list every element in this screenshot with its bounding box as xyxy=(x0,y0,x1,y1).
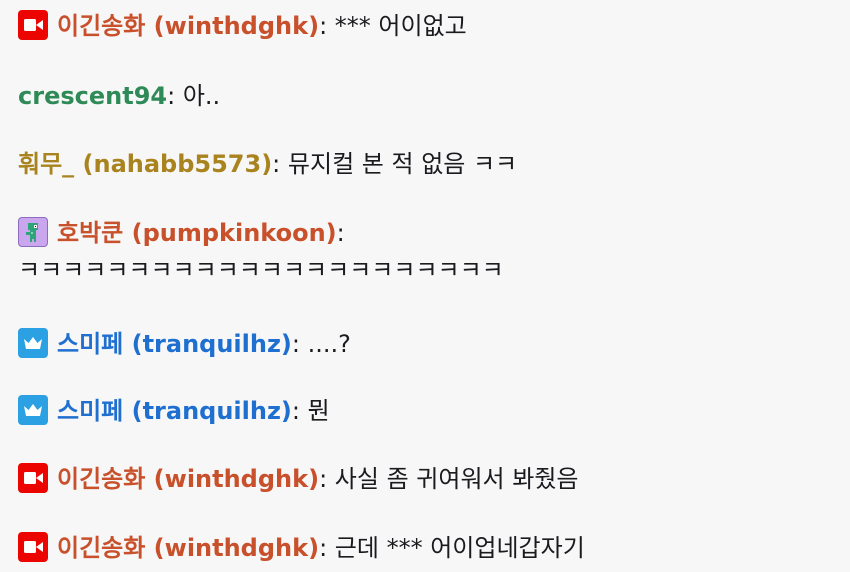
chat-text: *** 어이없고 xyxy=(334,12,467,40)
chat-separator: : xyxy=(336,219,345,247)
chat-log: 이긴송화 (winthdghk): *** 어이없고 crescent94: 아… xyxy=(0,0,850,572)
chat-username[interactable]: 이긴송화 (winthdghk) xyxy=(57,465,319,493)
crown-icon xyxy=(18,395,48,425)
chat-text: 아.. xyxy=(182,82,221,110)
video-camera-icon xyxy=(18,10,48,40)
chat-message: crescent94: 아.. xyxy=(18,80,838,112)
chat-text: ....? xyxy=(307,330,351,358)
video-camera-icon xyxy=(18,532,48,562)
crown-icon xyxy=(18,328,48,358)
chat-text: ㅋㅋㅋㅋㅋㅋㅋㅋㅋㅋㅋㅋㅋㅋㅋㅋㅋㅋㅋㅋㅋㅋ xyxy=(18,256,504,284)
chat-message: 스미페 (tranquilhz): ....? xyxy=(18,328,838,360)
chat-username[interactable]: 스미페 (tranquilhz) xyxy=(57,330,292,358)
chat-text: 뮤지컬 본 적 없음 ㅋㅋ xyxy=(287,150,518,178)
chat-separator: : xyxy=(272,150,281,178)
chat-message: 이긴송화 (winthdghk): 근데 *** 어이업네갑자기 xyxy=(18,532,838,564)
chat-message: 스미페 (tranquilhz): 뭔 xyxy=(18,395,838,427)
chat-text: 사실 좀 귀여워서 봐줬음 xyxy=(334,465,579,493)
chat-username[interactable]: 호박쿤 (pumpkinkoon) xyxy=(57,219,337,247)
chat-username[interactable]: 이긴송화 (winthdghk) xyxy=(57,534,319,562)
chat-message: 이긴송화 (winthdghk): *** 어이없고 xyxy=(18,10,838,42)
video-camera-icon xyxy=(18,463,48,493)
chat-separator: : xyxy=(319,465,328,493)
chat-message: 이긴송화 (winthdghk): 사실 좀 귀여워서 봐줬음 xyxy=(18,463,838,495)
chat-username[interactable]: 이긴송화 (winthdghk) xyxy=(57,12,319,40)
chat-separator: : xyxy=(291,397,300,425)
pixel-dino-icon xyxy=(18,217,48,247)
chat-separator: : xyxy=(319,534,328,562)
chat-separator: : xyxy=(167,82,176,110)
chat-username[interactable]: crescent94 xyxy=(18,82,167,110)
chat-separator: : xyxy=(319,12,328,40)
chat-username[interactable]: 스미페 (tranquilhz) xyxy=(57,397,292,425)
chat-text: 뭔 xyxy=(307,397,330,425)
chat-text: 근데 *** 어이업네갑자기 xyxy=(334,534,585,562)
chat-username[interactable]: 훠무_ (nahabb5573) xyxy=(18,150,272,178)
chat-message: 호박쿤 (pumpkinkoon): ㅋㅋㅋㅋㅋㅋㅋㅋㅋㅋㅋㅋㅋㅋㅋㅋㅋㅋㅋㅋㅋ… xyxy=(18,217,838,286)
chat-separator: : xyxy=(291,330,300,358)
chat-message: 훠무_ (nahabb5573): 뮤지컬 본 적 없음 ㅋㅋ xyxy=(18,148,838,180)
